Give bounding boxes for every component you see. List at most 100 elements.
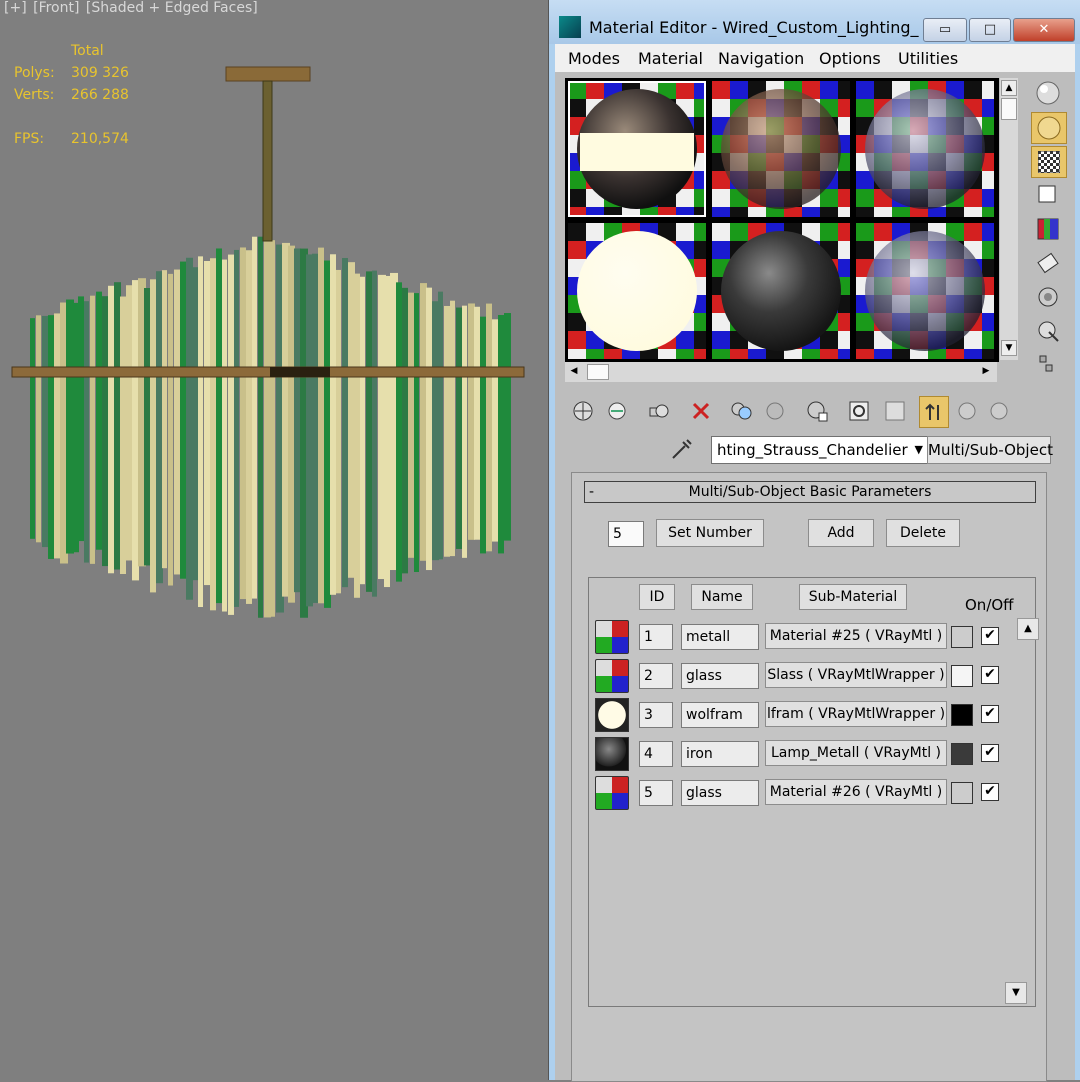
menu-modes[interactable]: Modes <box>568 49 620 68</box>
sub-material-thumbnail[interactable] <box>595 776 629 810</box>
select-by-material-icon[interactable] <box>1031 316 1065 346</box>
sub-material-on-checkbox[interactable]: ✔ <box>981 783 999 801</box>
sub-material-color-swatch[interactable] <box>951 665 973 687</box>
go-to-parent-icon[interactable] <box>919 396 949 428</box>
viewport-front[interactable]: [+] [Front] [Shaded + Edged Faces] Total… <box>0 0 548 1080</box>
scroll-up-icon[interactable]: ▲ <box>1001 80 1017 96</box>
scroll-thumb[interactable] <box>1001 98 1017 120</box>
material-toolbar <box>569 396 1049 428</box>
sub-material-on-checkbox[interactable]: ✔ <box>981 666 999 684</box>
collapse-icon[interactable]: - <box>589 482 594 502</box>
sub-material-color-swatch[interactable] <box>951 782 973 804</box>
delete-button[interactable]: Delete <box>886 519 960 547</box>
sub-material-row[interactable]: 3 wolfram lfram ( VRayMtlWrapper ) ✔ <box>589 698 1029 732</box>
sub-material-id-field[interactable]: 1 <box>639 624 673 650</box>
sub-material-name-field[interactable]: glass <box>681 663 759 689</box>
sub-material-row[interactable]: 5 glass Material #26 ( VRayMtl ) ✔ <box>589 776 1029 810</box>
backlight-icon[interactable] <box>1031 112 1067 144</box>
sort-by-name-button[interactable]: Name <box>691 584 753 610</box>
scroll-left-icon[interactable]: ◀ <box>567 364 581 378</box>
sub-material-on-checkbox[interactable]: ✔ <box>981 744 999 762</box>
sample-slot-6[interactable] <box>856 223 994 359</box>
minimize-button[interactable]: ▭ <box>923 18 967 42</box>
sub-material-id-field[interactable]: 4 <box>639 741 673 767</box>
reset-material-icon[interactable] <box>687 396 715 426</box>
sub-material-button[interactable]: Slass ( VRayMtlWrapper ) <box>765 662 947 688</box>
editor-client: Modes Material Navigation Options Utilit… <box>555 44 1075 1082</box>
maximize-button[interactable]: □ <box>969 18 1011 42</box>
background-checker-icon[interactable] <box>1031 146 1067 178</box>
close-button[interactable]: ✕ <box>1013 18 1075 42</box>
sample-slot-3[interactable] <box>856 81 994 217</box>
title-bar[interactable]: Material Editor - Wired_Custom_Lighting_… <box>549 0 1080 44</box>
on-off-header: On/Off <box>965 596 1014 614</box>
sub-material-on-checkbox[interactable]: ✔ <box>981 627 999 645</box>
slots-vertical-scrollbar[interactable]: ▲ ▼ <box>1000 78 1018 360</box>
scroll-down-icon[interactable]: ▼ <box>1001 340 1017 356</box>
sample-slot-5[interactable] <box>712 223 850 359</box>
get-material-icon[interactable] <box>569 396 597 426</box>
menu-navigation[interactable]: Navigation <box>718 49 804 68</box>
sub-material-thumbnail[interactable] <box>595 737 629 771</box>
sample-slot-4[interactable] <box>568 223 706 359</box>
pick-material-icon[interactable] <box>985 396 1013 426</box>
sub-material-name-field[interactable]: glass <box>681 780 759 806</box>
sub-material-id-field[interactable]: 2 <box>639 663 673 689</box>
menu-material[interactable]: Material <box>638 49 703 68</box>
material-map-navigator-icon[interactable] <box>1031 350 1065 380</box>
hscroll-thumb[interactable] <box>587 364 609 380</box>
menu-utilities[interactable]: Utilities <box>898 49 958 68</box>
sub-material-color-swatch[interactable] <box>951 743 973 765</box>
list-scroll-down-icon[interactable]: ▼ <box>1005 982 1027 1004</box>
sub-material-button[interactable]: Material #25 ( VRayMtl ) <box>765 623 947 649</box>
material-editor-window[interactable]: Material Editor - Wired_Custom_Lighting_… <box>548 0 1080 1082</box>
sub-material-thumbnail[interactable] <box>595 620 629 654</box>
sub-material-color-swatch[interactable] <box>951 626 973 648</box>
put-to-library-icon[interactable] <box>761 396 789 426</box>
sample-type-sphere-icon[interactable] <box>1031 78 1065 108</box>
options-icon[interactable] <box>1031 282 1065 312</box>
show-map-in-viewport-icon[interactable] <box>845 396 873 426</box>
rollout-header[interactable]: - Multi/Sub-Object Basic Parameters <box>584 481 1036 503</box>
sub-material-row[interactable]: 1 metall Material #25 ( VRayMtl ) ✔ <box>589 620 1029 654</box>
material-type-button[interactable]: Multi/Sub-Object <box>927 436 1053 464</box>
sub-material-name-field[interactable]: wolfram <box>681 702 759 728</box>
assign-material-icon[interactable] <box>645 396 673 426</box>
sub-material-id-field[interactable]: 5 <box>639 780 673 806</box>
material-name-input[interactable]: hting_Strauss_Chandelier ▼ <box>711 436 928 464</box>
sample-uv-tiling-icon[interactable] <box>1031 180 1065 210</box>
chandelier-model[interactable] <box>0 0 548 1080</box>
put-material-icon[interactable] <box>603 396 631 426</box>
sub-material-thumbnail[interactable] <box>595 698 629 732</box>
sort-by-submaterial-button[interactable]: Sub-Material <box>799 584 907 610</box>
number-of-materials-field[interactable]: 5 <box>608 521 644 547</box>
menu-options[interactable]: Options <box>819 49 881 68</box>
sub-material-button[interactable]: Material #26 ( VRayMtl ) <box>765 779 947 805</box>
sub-material-button[interactable]: Lamp_Metall ( VRayMtl ) <box>765 740 947 766</box>
video-color-check-icon[interactable] <box>1031 214 1065 244</box>
sample-slot-1[interactable] <box>568 81 706 217</box>
sub-material-id-field[interactable]: 3 <box>639 702 673 728</box>
eyedropper-icon[interactable] <box>669 436 699 462</box>
sub-material-button[interactable]: lfram ( VRayMtlWrapper ) <box>765 701 947 727</box>
show-end-result-icon[interactable] <box>881 396 909 426</box>
sub-material-name-field[interactable]: iron <box>681 741 759 767</box>
list-scroll-up-icon[interactable]: ▲ <box>1017 618 1039 640</box>
set-number-button[interactable]: Set Number <box>656 519 764 547</box>
sub-material-on-checkbox[interactable]: ✔ <box>981 705 999 723</box>
make-preview-icon[interactable] <box>1031 248 1065 278</box>
go-forward-to-sibling-icon[interactable] <box>953 396 981 426</box>
sample-slot-2[interactable] <box>712 81 850 217</box>
sub-material-row[interactable]: 2 glass Slass ( VRayMtlWrapper ) ✔ <box>589 659 1029 693</box>
dropdown-arrow-icon[interactable]: ▼ <box>915 437 923 463</box>
material-id-channel-icon[interactable] <box>803 396 831 426</box>
scroll-right-icon[interactable]: ▶ <box>979 364 993 378</box>
make-unique-icon[interactable] <box>727 396 755 426</box>
sub-material-name-field[interactable]: metall <box>681 624 759 650</box>
add-button[interactable]: Add <box>808 519 874 547</box>
sub-material-color-swatch[interactable] <box>951 704 973 726</box>
sub-material-row[interactable]: 4 iron Lamp_Metall ( VRayMtl ) ✔ <box>589 737 1029 771</box>
sort-by-id-button[interactable]: ID <box>639 584 675 610</box>
sub-material-thumbnail[interactable] <box>595 659 629 693</box>
slots-horizontal-scrollbar[interactable]: ◀ ▶ <box>565 362 997 382</box>
